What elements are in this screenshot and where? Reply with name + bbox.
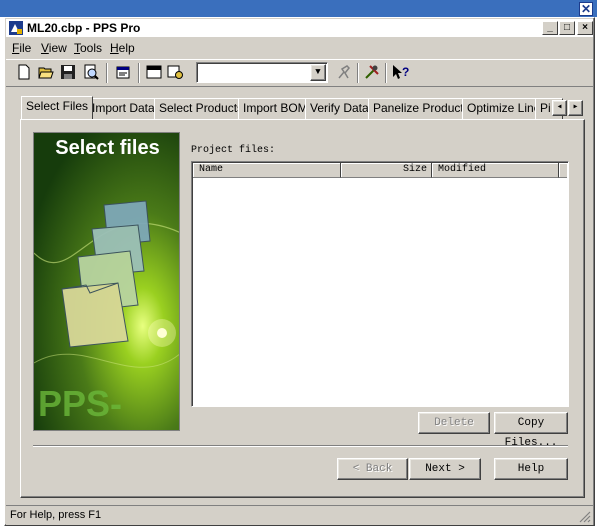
- list-header: Name Size Modified: [193, 163, 567, 178]
- tab-import-data[interactable]: Import Data: [87, 98, 160, 119]
- project-files-label: Project files:: [191, 145, 276, 156]
- banner-brand: PPS-Pro: [38, 383, 123, 430]
- new-file-icon[interactable]: [16, 64, 32, 80]
- context-help-icon[interactable]: ?: [392, 64, 410, 80]
- resize-grip[interactable]: [578, 510, 591, 523]
- close-button[interactable]: ×: [577, 21, 593, 35]
- tab-scroll-right[interactable]: ▸: [568, 100, 583, 116]
- menu-help[interactable]: Help: [110, 41, 135, 55]
- select-files-banner: Select files PPS-Pro: [33, 132, 180, 431]
- outer-title-bar: [0, 0, 597, 17]
- tab-scroll-left[interactable]: ◂: [552, 100, 567, 116]
- toolbar-separator-4: [385, 63, 387, 83]
- menu-view[interactable]: View: [41, 41, 67, 55]
- tab-select-products[interactable]: Select Products: [154, 98, 249, 119]
- column-size[interactable]: Size: [341, 163, 432, 178]
- menu-file[interactable]: File: [12, 41, 31, 55]
- banner-title: Select files: [55, 137, 160, 159]
- print-preview-icon[interactable]: [83, 64, 99, 80]
- window-title: ML20.cbp - PPS Pro: [27, 21, 141, 35]
- column-modified[interactable]: Modified: [432, 163, 559, 178]
- tab-panelize-products[interactable]: Panelize Products: [368, 98, 475, 119]
- toolbar-separator-1: [106, 63, 108, 83]
- menu-tools[interactable]: Tools: [74, 41, 102, 55]
- save-icon[interactable]: [60, 64, 76, 80]
- column-name[interactable]: Name: [193, 163, 341, 178]
- column-filler: [559, 163, 567, 178]
- maximize-button[interactable]: □: [559, 21, 575, 35]
- back-button[interactable]: < Back: [337, 458, 408, 480]
- tab-strip: Select Files Import Data Select Products…: [21, 96, 583, 120]
- outer-close-button[interactable]: ✕: [579, 2, 593, 16]
- tab-select-files[interactable]: Select Files: [21, 96, 94, 119]
- wizard-separator: [33, 445, 568, 447]
- minimize-button[interactable]: _: [542, 21, 558, 35]
- delete-button[interactable]: Delete: [418, 412, 490, 434]
- project-files-list[interactable]: Name Size Modified: [191, 161, 569, 407]
- settings-icon[interactable]: [167, 64, 183, 80]
- tab-import-bom[interactable]: Import BOM: [238, 98, 313, 119]
- svg-text:?: ?: [402, 65, 409, 79]
- open-folder-icon[interactable]: [38, 64, 54, 80]
- window-icon[interactable]: [146, 64, 162, 80]
- toolbar-separator-3: [357, 63, 359, 83]
- tools-icon[interactable]: [364, 64, 380, 80]
- status-text: For Help, press F1: [10, 509, 102, 521]
- help-button[interactable]: Help: [494, 458, 568, 480]
- run-icon[interactable]: [336, 64, 352, 80]
- copy-files-button[interactable]: Copy Files...: [494, 412, 568, 449]
- toolbar-combo[interactable]: [196, 62, 328, 83]
- toolbar-separator-2: [138, 63, 140, 83]
- next-button[interactable]: Next >: [409, 458, 481, 480]
- properties-icon[interactable]: [115, 64, 131, 80]
- tab-verify-data[interactable]: Verify Data: [305, 98, 374, 119]
- tab-optimize-line[interactable]: Optimize Line: [462, 98, 546, 119]
- pps-app-icon[interactable]: [8, 20, 24, 36]
- toolbar-combo-dropdown[interactable]: ▼: [310, 64, 326, 81]
